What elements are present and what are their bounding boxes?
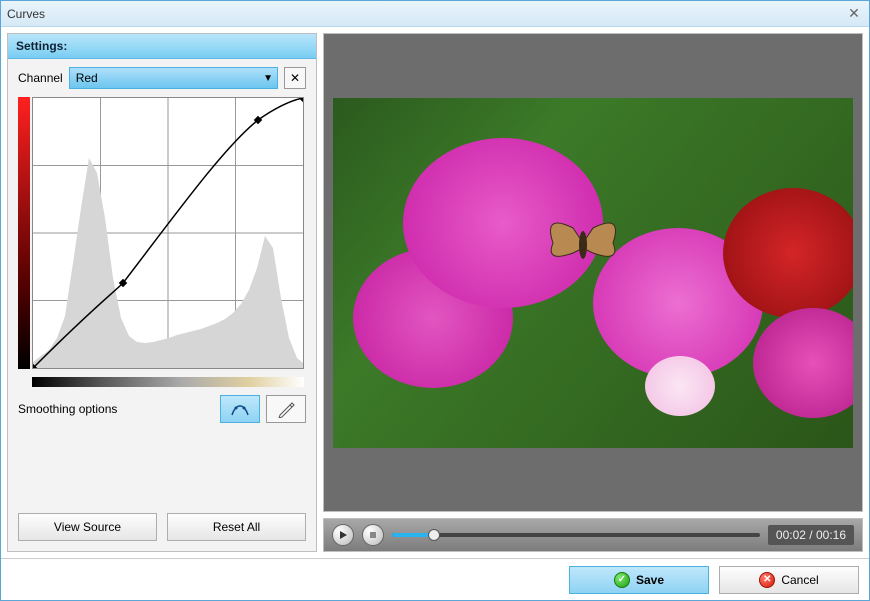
seek-fill (392, 533, 432, 537)
reset-channel-button[interactable]: ✕ (284, 67, 306, 89)
cancel-icon: ✕ (759, 572, 775, 588)
seek-thumb[interactable] (428, 529, 440, 541)
chevron-down-icon: ▼ (263, 73, 273, 84)
view-source-button[interactable]: View Source (18, 513, 157, 541)
preview-panel: 00:02 / 00:16 (323, 33, 863, 552)
channel-select[interactable]: Red ▼ (69, 67, 278, 89)
check-icon: ✓ (614, 572, 630, 588)
freehand-button[interactable] (266, 395, 306, 423)
channel-row: Channel Red ▼ ✕ (18, 67, 306, 89)
play-button[interactable] (332, 524, 354, 546)
output-gradient (18, 97, 30, 369)
window-title: Curves (7, 7, 845, 21)
channel-label: Channel (18, 71, 63, 85)
smoothing-row: Smoothing options (18, 395, 306, 423)
titlebar: Curves ✕ (1, 1, 869, 27)
input-gradient (32, 377, 304, 387)
close-icon: ✕ (290, 71, 300, 85)
settings-buttons: View Source Reset All (8, 513, 316, 551)
stop-icon (369, 531, 377, 539)
seek-track (392, 533, 760, 537)
smooth-curve-button[interactable] (220, 395, 260, 423)
smoothing-label: Smoothing options (18, 402, 214, 416)
settings-content: Channel Red ▼ ✕ (8, 59, 316, 431)
save-button[interactable]: ✓ Save (569, 566, 709, 594)
channel-value: Red (76, 71, 98, 85)
curves-window: Curves ✕ Settings: Channel Red ▼ ✕ (0, 0, 870, 601)
curve-editor (18, 97, 306, 369)
pencil-icon (277, 400, 295, 418)
stop-button[interactable] (362, 524, 384, 546)
dialog-body: Settings: Channel Red ▼ ✕ (1, 27, 869, 558)
reset-all-button[interactable]: Reset All (167, 513, 306, 541)
playback-bar: 00:02 / 00:16 (323, 518, 863, 552)
dialog-footer: ✓ Save ✕ Cancel (1, 558, 869, 600)
video-preview[interactable] (323, 33, 863, 512)
seek-bar[interactable] (392, 528, 760, 542)
cancel-button[interactable]: ✕ Cancel (719, 566, 859, 594)
preview-image (333, 98, 853, 448)
settings-panel: Settings: Channel Red ▼ ✕ (7, 33, 317, 552)
curve-icon (230, 401, 250, 417)
settings-header: Settings: (8, 34, 316, 59)
time-display: 00:02 / 00:16 (768, 525, 854, 545)
curve-canvas[interactable] (32, 97, 304, 369)
close-icon[interactable]: ✕ (845, 5, 863, 23)
play-icon (338, 530, 348, 540)
